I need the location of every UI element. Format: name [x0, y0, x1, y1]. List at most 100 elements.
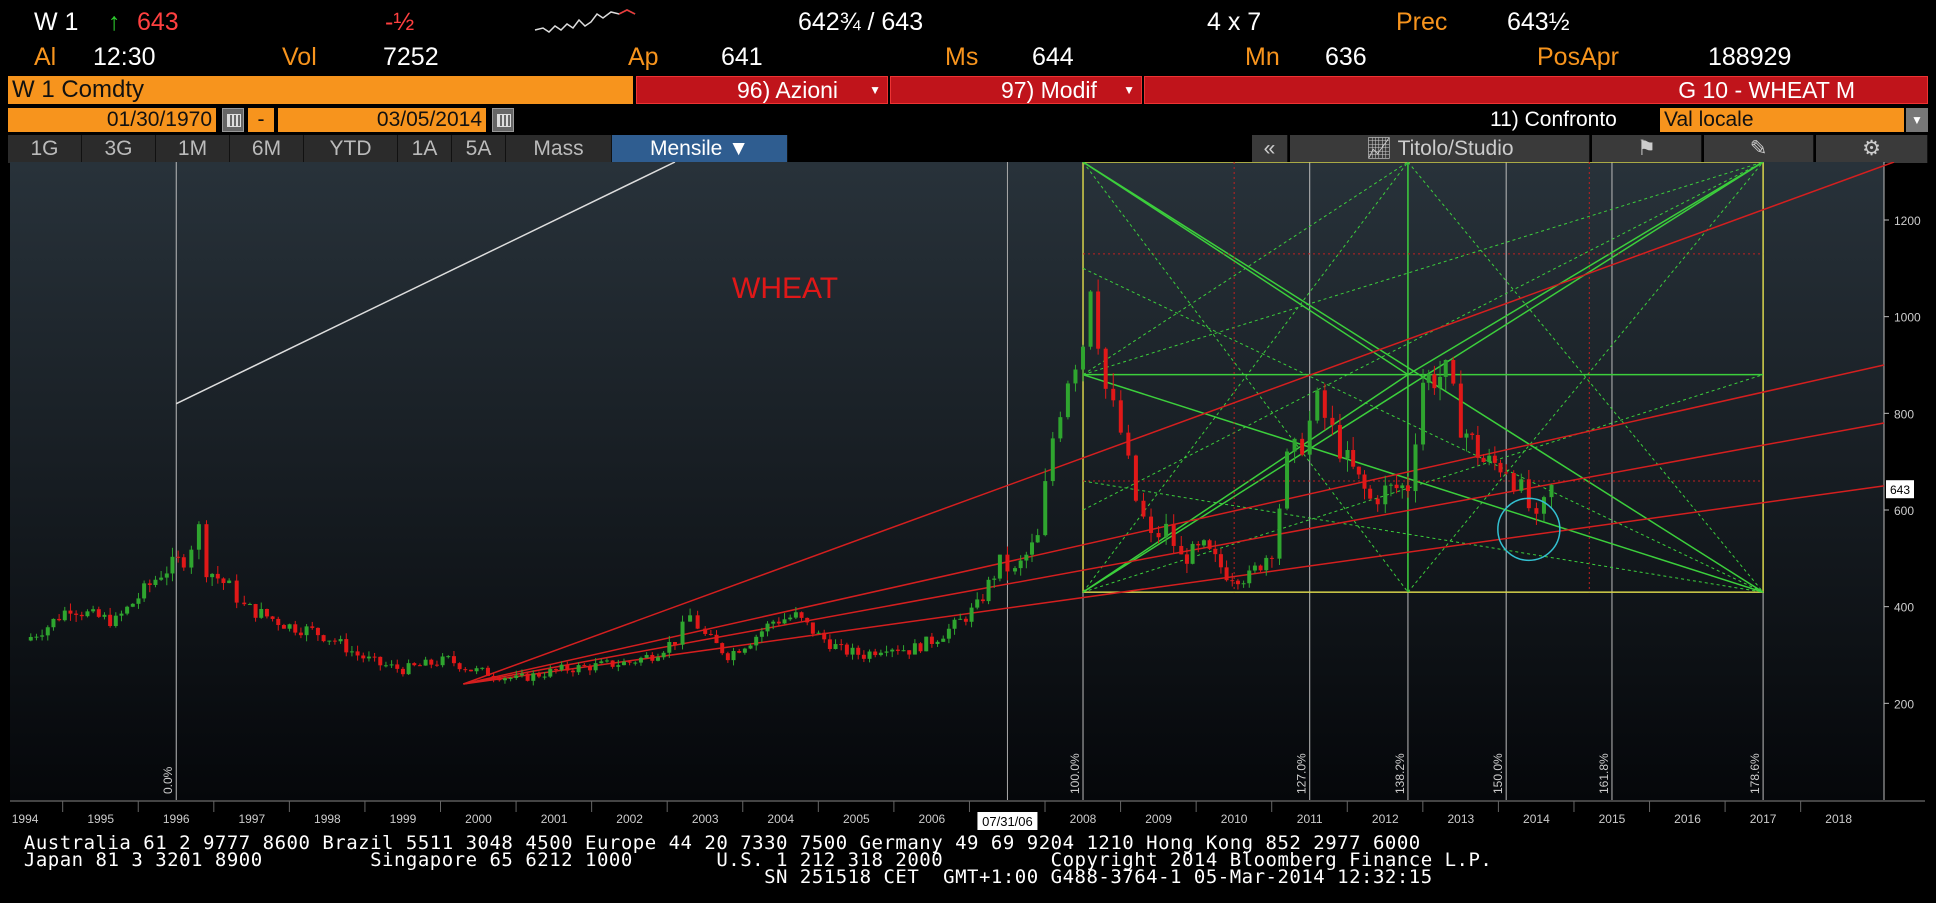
candle-body [638, 657, 643, 663]
fib-time-label: 127.0% [1295, 753, 1309, 794]
candle-body [429, 659, 434, 665]
actions-button[interactable]: 96) Azioni ▼ [636, 76, 888, 104]
candle-body [1421, 382, 1426, 445]
candle-body [958, 618, 963, 620]
tab-5a[interactable]: 5A [452, 135, 506, 163]
candle-body [621, 661, 626, 666]
candle-body [1413, 444, 1418, 492]
currency-select[interactable]: Val locale [1660, 108, 1904, 132]
candle-body [737, 650, 742, 653]
x-tick-label: 2014 [1523, 812, 1550, 826]
calendar-icon[interactable] [222, 108, 244, 132]
candle-body [1018, 560, 1023, 569]
x-tick-label: 2018 [1825, 812, 1852, 826]
security-field[interactable]: W 1 Comdty [8, 76, 633, 104]
tab-3g[interactable]: 3G [82, 135, 156, 163]
actions-label: 96) Azioni [737, 77, 839, 103]
x-tick-label: 2001 [541, 812, 568, 826]
candle-body [1207, 540, 1212, 549]
candle-body [276, 618, 281, 626]
candle-body [519, 673, 524, 676]
candle-body [355, 651, 360, 656]
candle-body [969, 607, 974, 622]
candle-body [536, 673, 541, 677]
candle-body [1438, 376, 1443, 389]
compare-button[interactable]: 11) Confronto [1490, 108, 1617, 132]
chevron-down-icon: ▼ [869, 83, 881, 97]
low-label: Mn [1245, 43, 1280, 71]
candle-body [125, 606, 130, 614]
footer-line-3: SN 251518 CET GMT+1:00 G488-3764-1 05-Ma… [0, 866, 1433, 888]
candle-body [1498, 462, 1503, 473]
x-tick-label: 2005 [843, 812, 870, 826]
candle-body [383, 665, 388, 667]
candle-body [644, 654, 649, 658]
tab-1g[interactable]: 1G [8, 135, 82, 163]
candle-body [878, 652, 883, 656]
candle-body [1050, 438, 1055, 482]
tab-mensile[interactable]: Mensile ▼ [612, 135, 788, 163]
candle-body [62, 610, 67, 621]
candle-body [884, 651, 889, 653]
candle-body [423, 659, 428, 666]
candle-body [1356, 466, 1361, 475]
candle-body [1030, 542, 1035, 555]
candle-body [1088, 291, 1093, 347]
x-tick-label: 2015 [1599, 812, 1626, 826]
candle-body [565, 664, 570, 671]
candle-body [1073, 369, 1078, 384]
candle-body [946, 628, 951, 639]
study-button[interactable]: 📈︎ Titolo/Studio [1290, 135, 1590, 163]
candle-body [576, 665, 581, 673]
candle-body [1487, 455, 1492, 462]
gear-icon[interactable]: ⚙ [1816, 135, 1928, 163]
chart-title: WHEAT [732, 272, 838, 305]
candle-body [412, 663, 417, 666]
candle-body [474, 668, 479, 672]
x-tick-label: 2003 [692, 812, 719, 826]
tab-1m[interactable]: 1M [156, 135, 230, 163]
tab-ytd[interactable]: YTD [304, 135, 398, 163]
candle-body [765, 623, 770, 632]
chevron-down-icon: ▼ [1911, 113, 1923, 127]
x-tick-label: 2008 [1070, 812, 1097, 826]
candle-body [650, 654, 655, 661]
candle-body [210, 573, 215, 578]
candle-body [788, 617, 793, 620]
x-tick-label: 1996 [163, 812, 190, 826]
fib-time-label: 138.2% [1393, 753, 1407, 794]
candle-body [725, 653, 730, 661]
candle-body [1504, 472, 1509, 474]
price-chart[interactable]: 200 400 600 800 1000 1200 1994 1995 1996 1997 1998… [0, 162, 1936, 840]
candle-body [941, 638, 946, 642]
flag-icon[interactable]: ⚑ [1592, 135, 1702, 163]
candle-body [1096, 291, 1101, 349]
candle-body [502, 678, 507, 681]
tab-6m[interactable]: 6M [230, 135, 304, 163]
candle-body [1362, 474, 1367, 489]
candle-body [1196, 543, 1201, 546]
volume-label: Vol [282, 43, 317, 71]
candle-body [332, 640, 337, 642]
candle-body [170, 556, 175, 574]
tab-1a[interactable]: 1A [398, 135, 452, 163]
start-date-field[interactable]: 01/30/1970 [8, 108, 216, 132]
candle-body [142, 583, 147, 599]
calendar-icon[interactable] [492, 108, 514, 132]
candle-body [856, 647, 861, 655]
candle-body [935, 641, 940, 644]
collapse-button[interactable]: « [1252, 135, 1288, 163]
tab-mass[interactable]: Mass [506, 135, 612, 163]
candle-body [895, 649, 900, 651]
candle-body [1103, 348, 1108, 389]
candle-body [196, 524, 201, 550]
modify-button[interactable]: 97) Modif ▼ [890, 76, 1142, 104]
y-tick-label: 200 [1894, 697, 1914, 711]
currency-dropdown-button[interactable]: ▼ [1906, 108, 1928, 132]
candle-body [1432, 374, 1437, 389]
candle-body [918, 643, 923, 652]
edit-icon[interactable]: ✎ [1704, 135, 1814, 163]
candle-body [1149, 516, 1154, 533]
candle-body [1300, 438, 1305, 455]
end-date-field[interactable]: 03/05/2014 [278, 108, 486, 132]
